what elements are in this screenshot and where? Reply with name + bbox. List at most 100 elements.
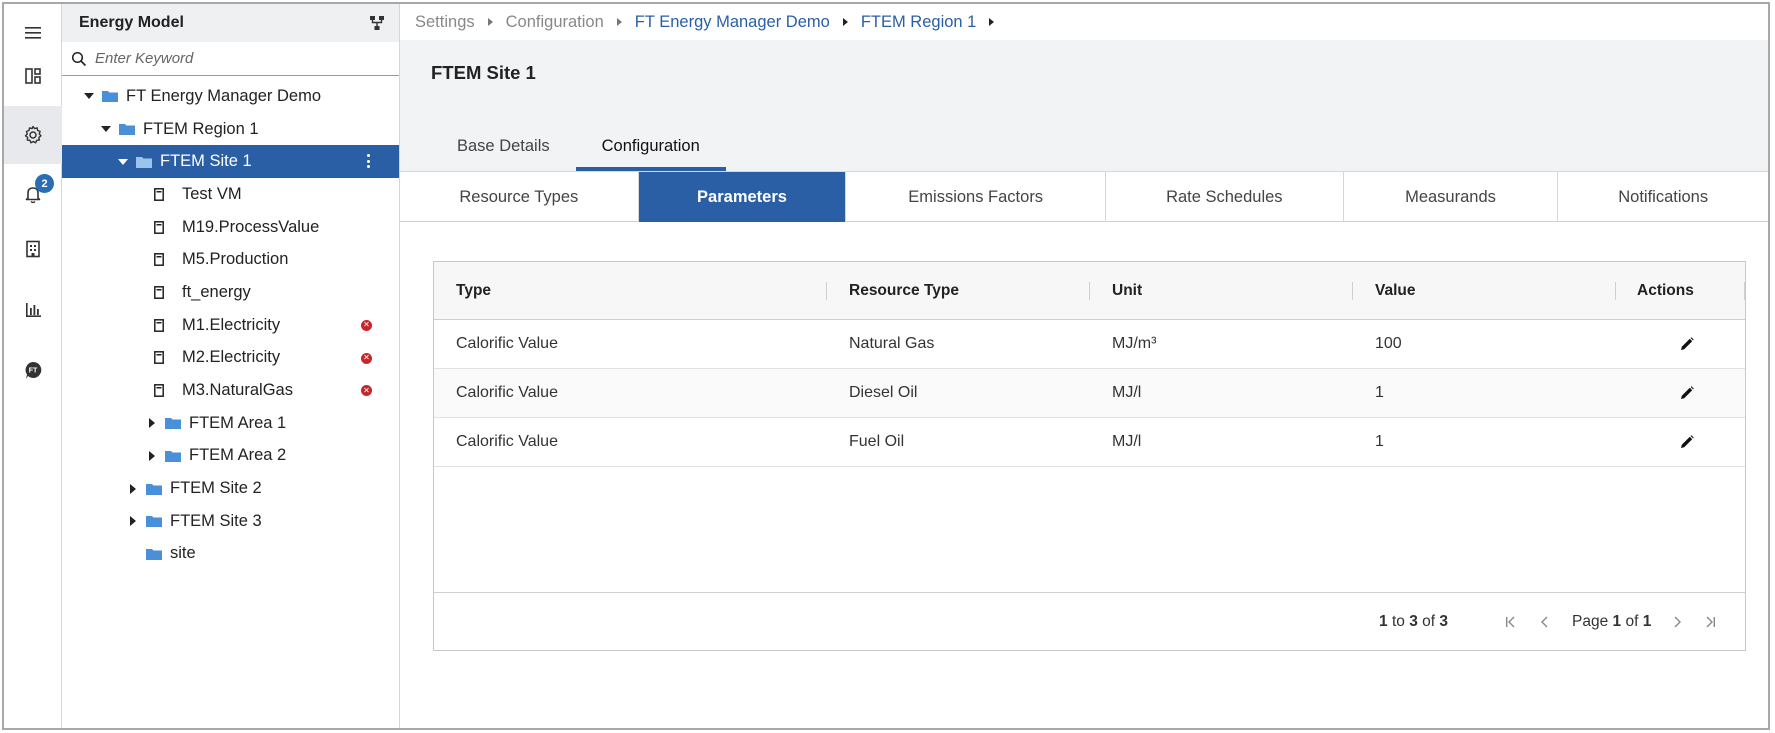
subtab-emissions-factors[interactable]: Emissions Factors <box>846 172 1106 222</box>
edit-button[interactable] <box>1679 320 1695 368</box>
tree-node-ftem-site-3[interactable]: FTEM Site 3 <box>62 505 399 538</box>
breadcrumb-ftem-region-1[interactable]: FTEM Region 1 <box>861 13 977 32</box>
tree-node-test-vm[interactable]: Test VM <box>62 178 399 211</box>
nav-rail: 2 FT <box>4 4 62 728</box>
tree-node-m3-naturalgas[interactable]: M3.NaturalGas ✕ <box>62 374 399 407</box>
first-page-button[interactable] <box>1503 614 1519 630</box>
cell-value: 1 <box>1375 384 1384 401</box>
tree-node-label: FTEM Region 1 <box>143 119 259 138</box>
folder-icon <box>146 483 162 495</box>
configuration-subtabs: Resource Types Parameters Emissions Fact… <box>400 172 1768 222</box>
edit-button[interactable] <box>1679 418 1695 466</box>
collapsed-caret-icon[interactable] <box>147 450 157 461</box>
tree-node-ftem-site-2[interactable]: FTEM Site 2 <box>62 472 399 505</box>
column-header-resource-type[interactable]: Resource Type <box>849 262 959 319</box>
edit-button[interactable] <box>1679 369 1695 417</box>
previous-page-button[interactable] <box>1537 614 1553 630</box>
page-word: Page <box>1572 612 1609 630</box>
column-resize-handle[interactable] <box>1089 282 1090 300</box>
tree-node-ftem-site-1[interactable]: FTEM Site 1 <box>62 145 399 179</box>
cell-value: 1 <box>1375 433 1384 450</box>
subtab-resource-types[interactable]: Resource Types <box>400 172 639 222</box>
breadcrumb: Settings Configuration FT Energy Manager… <box>400 4 1768 40</box>
subtab-measurands[interactable]: Measurands <box>1344 172 1559 222</box>
tree-node-ft-energy[interactable]: ft_energy <box>62 276 399 309</box>
analytics-button[interactable] <box>4 281 62 339</box>
column-header-unit[interactable]: Unit <box>1112 262 1142 319</box>
row-range-to-word: to <box>1391 612 1405 630</box>
breadcrumb-settings[interactable]: Settings <box>415 13 475 32</box>
breadcrumb-ft-energy-manager-demo[interactable]: FT Energy Manager Demo <box>635 13 830 32</box>
menu-icon <box>25 27 41 39</box>
breadcrumb-separator-icon <box>616 18 622 26</box>
folder-icon <box>165 418 181 430</box>
cell-unit: MJ/l <box>1112 433 1142 450</box>
search-icon <box>71 51 87 66</box>
expanded-caret-icon[interactable] <box>118 157 128 167</box>
tree-node-ftem-region-1[interactable]: FTEM Region 1 <box>62 113 399 146</box>
last-page-button[interactable] <box>1702 614 1718 630</box>
tab-configuration[interactable]: Configuration <box>575 121 726 171</box>
collapsed-caret-icon[interactable] <box>147 418 157 429</box>
tree-node-m19-processvalue[interactable]: M19.ProcessValue <box>62 211 399 244</box>
folder-icon <box>146 548 162 560</box>
dashboard-icon <box>25 68 41 84</box>
tree-node-ftem-area-1[interactable]: FTEM Area 1 <box>62 407 399 440</box>
breadcrumb-configuration[interactable]: Configuration <box>506 13 604 32</box>
pencil-icon <box>1681 386 1694 399</box>
tree-node-m1-electricity[interactable]: M1.Electricity ✕ <box>62 309 399 342</box>
hierarchy-button[interactable] <box>369 15 385 31</box>
tree-node-label: site <box>170 544 196 563</box>
chevron-left-icon <box>1541 616 1548 627</box>
reports-button[interactable] <box>4 220 62 278</box>
tree-node-m5-production[interactable]: M5.Production <box>62 243 399 276</box>
expanded-caret-icon[interactable] <box>84 91 94 101</box>
subtab-notifications[interactable]: Notifications <box>1558 172 1768 222</box>
total-pages: 1 <box>1642 612 1652 630</box>
table-row[interactable]: Calorific Value Fuel Oil MJ/l 1 <box>434 418 1745 467</box>
column-header-type[interactable]: Type <box>456 262 491 319</box>
ft-hub-button[interactable]: FT <box>4 341 62 399</box>
table-row[interactable]: Calorific Value Diesel Oil MJ/l 1 <box>434 369 1745 418</box>
tree-header: Energy Model <box>62 4 399 42</box>
tree-node-ft-energy-manager-demo[interactable]: FT Energy Manager Demo <box>62 80 399 113</box>
tree-node-m2-electricity[interactable]: M2.Electricity ✕ <box>62 342 399 375</box>
column-resize-handle[interactable] <box>1352 282 1353 300</box>
energy-model-panel: Energy Model FT Energy Manager Demo FTEM… <box>62 4 400 728</box>
keyword-search-input[interactable] <box>95 50 375 67</box>
breadcrumb-separator-icon <box>487 18 493 26</box>
folder-icon <box>146 516 162 528</box>
tab-base-details[interactable]: Base Details <box>431 121 576 171</box>
table-row[interactable]: Calorific Value Natural Gas MJ/m³ 100 <box>434 320 1745 369</box>
column-resize-handle[interactable] <box>1615 282 1616 300</box>
column-resize-handle[interactable] <box>1744 282 1745 300</box>
collapsed-caret-icon[interactable] <box>128 483 138 494</box>
expanded-caret-icon[interactable] <box>101 124 111 134</box>
more-options-icon[interactable] <box>367 154 371 169</box>
error-icon: ✕ <box>361 385 372 397</box>
cell-value: 100 <box>1375 335 1402 352</box>
tree-node-label: FTEM Site 1 <box>160 152 252 171</box>
tree-node-label: M5.Production <box>182 250 289 269</box>
dashboard-button[interactable] <box>4 47 62 105</box>
next-page-button[interactable] <box>1669 614 1685 630</box>
page-indicator: Page 1 of 1 <box>1572 613 1651 631</box>
error-icon: ✕ <box>361 319 372 331</box>
meter-icon <box>154 318 164 332</box>
error-icon: ✕ <box>361 352 372 364</box>
subtab-parameters[interactable]: Parameters <box>638 172 847 222</box>
subtab-rate-schedules[interactable]: Rate Schedules <box>1106 172 1344 222</box>
collapsed-caret-icon[interactable] <box>128 516 138 527</box>
notifications-button[interactable]: 2 <box>4 165 62 223</box>
cell-resource-type: Diesel Oil <box>849 384 918 401</box>
tree-node-label: M1.Electricity <box>182 315 281 334</box>
tree-node-ftem-area-2[interactable]: FTEM Area 2 <box>62 440 399 473</box>
chevron-right-icon <box>1674 616 1681 627</box>
column-resize-handle[interactable] <box>826 282 827 300</box>
tree-node-site[interactable]: site <box>62 538 399 571</box>
page-title: FTEM Site 1 <box>431 62 536 83</box>
report-icon <box>26 240 40 258</box>
column-header-value[interactable]: Value <box>1375 262 1416 319</box>
tree-title: Energy Model <box>79 14 184 31</box>
settings-button[interactable] <box>4 106 62 164</box>
